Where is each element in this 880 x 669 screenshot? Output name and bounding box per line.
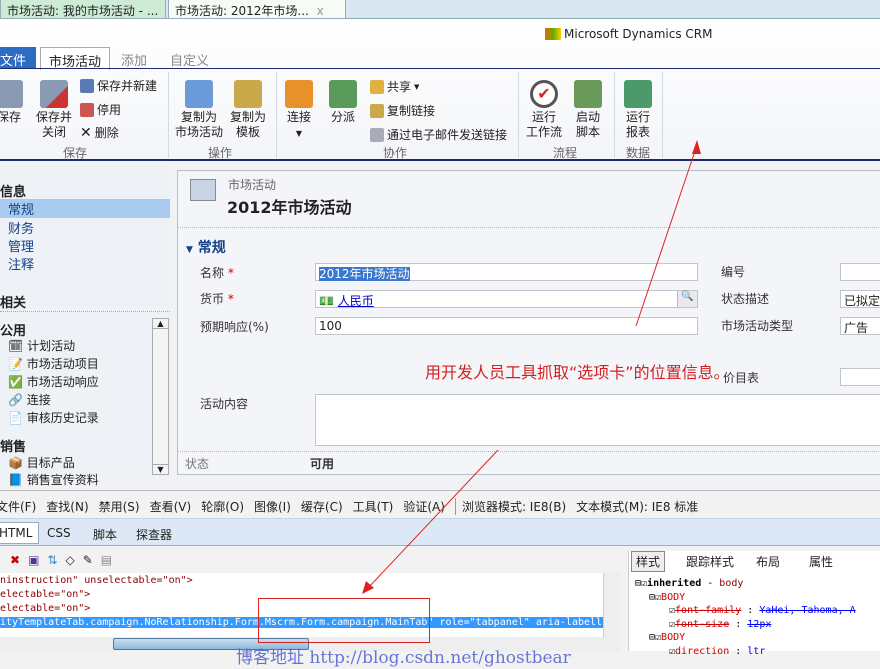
annotation-arrows xyxy=(362,140,701,594)
arrow-line-devtools xyxy=(367,449,499,589)
arrow-line-ribbon xyxy=(635,144,698,327)
arrowhead-icon xyxy=(692,140,701,154)
watermark: 博客地址 http://blog.csdn.net/ghostbear xyxy=(236,648,571,668)
